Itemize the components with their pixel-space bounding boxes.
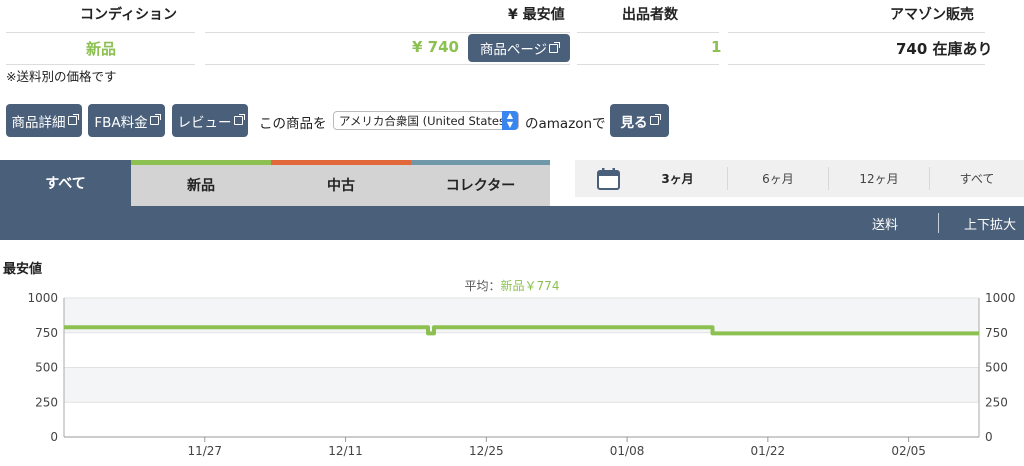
grid-band	[64, 332, 979, 368]
price-chart: 0 0 250 250 500 500 750 750 1000 1000 11/27 12/11 12…	[27, 291, 1016, 458]
x-tick-label: 12/11	[328, 444, 363, 458]
x-tick-label: 01/08	[610, 444, 645, 458]
y-tick-label-left: 750	[35, 326, 58, 340]
x-tick-label: 11/27	[187, 444, 222, 458]
y-tick-label-left: 250	[35, 395, 58, 409]
grid-band	[64, 367, 979, 403]
x-tick-label: 01/22	[751, 444, 786, 458]
y-tick-label-left: 500	[35, 361, 58, 375]
y-tick-label-right: 0	[985, 430, 993, 444]
grid-band	[64, 402, 979, 437]
y-tick-label-right: 500	[985, 361, 1008, 375]
x-tick-label: 12/25	[469, 444, 504, 458]
y-tick-label-right: 250	[985, 395, 1008, 409]
y-tick-label-right: 1000	[985, 291, 1016, 305]
y-tick-label-left: 1000	[27, 291, 58, 305]
y-tick-label-left: 0	[50, 430, 58, 444]
y-tick-label-right: 750	[985, 326, 1008, 340]
x-tick-label: 02/05	[891, 444, 926, 458]
